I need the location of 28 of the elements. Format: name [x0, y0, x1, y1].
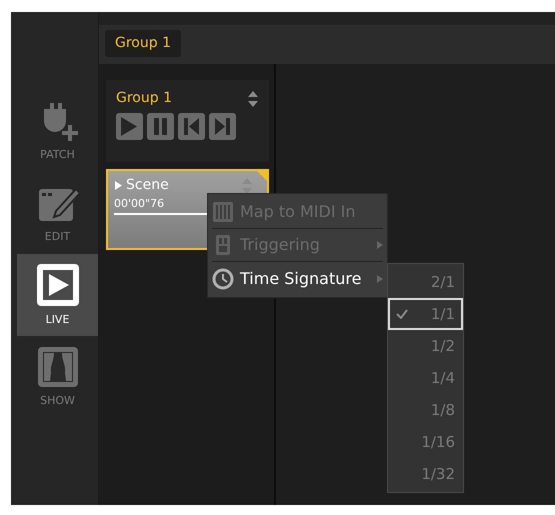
up-down-icon[interactable] [241, 176, 253, 194]
submenu-item[interactable]: 1/16 [388, 426, 463, 458]
sidebar-item[interactable]: SHOW [17, 336, 98, 418]
menu-item[interactable]: Time Signature [212, 262, 383, 295]
check-icon [396, 309, 408, 319]
pause-button[interactable] [147, 113, 174, 140]
submenu-item[interactable]: 1/8 [388, 394, 463, 426]
piano-keys-icon [212, 201, 234, 223]
clock-icon [212, 268, 234, 290]
up-down-icon[interactable] [247, 90, 259, 108]
scene-title: Scene [126, 176, 169, 195]
curtain-icon [36, 344, 80, 389]
group-tab[interactable]: Group 1 [105, 30, 181, 57]
submenu-item[interactable]: 1/1 [388, 298, 463, 330]
play-button[interactable] [116, 113, 143, 140]
submenu-item[interactable]: 1/2 [388, 330, 463, 362]
sidebar-item[interactable]: LIVE [17, 254, 98, 336]
submenu-item[interactable]: 1/32 [388, 458, 463, 490]
submenu-item[interactable]: 1/4 [388, 362, 463, 394]
previous-button[interactable] [178, 113, 205, 140]
expand-arrow-icon[interactable] [114, 181, 122, 190]
play-icon [34, 262, 80, 308]
corner-mark-icon [257, 171, 267, 181]
next-button[interactable] [209, 113, 236, 140]
submenu-item[interactable]: 2/1 [388, 266, 463, 298]
group-title: Group 1 [116, 89, 172, 108]
sidebar-item[interactable]: PATCH [17, 90, 98, 172]
sidebar-item[interactable]: EDIT [17, 172, 98, 254]
